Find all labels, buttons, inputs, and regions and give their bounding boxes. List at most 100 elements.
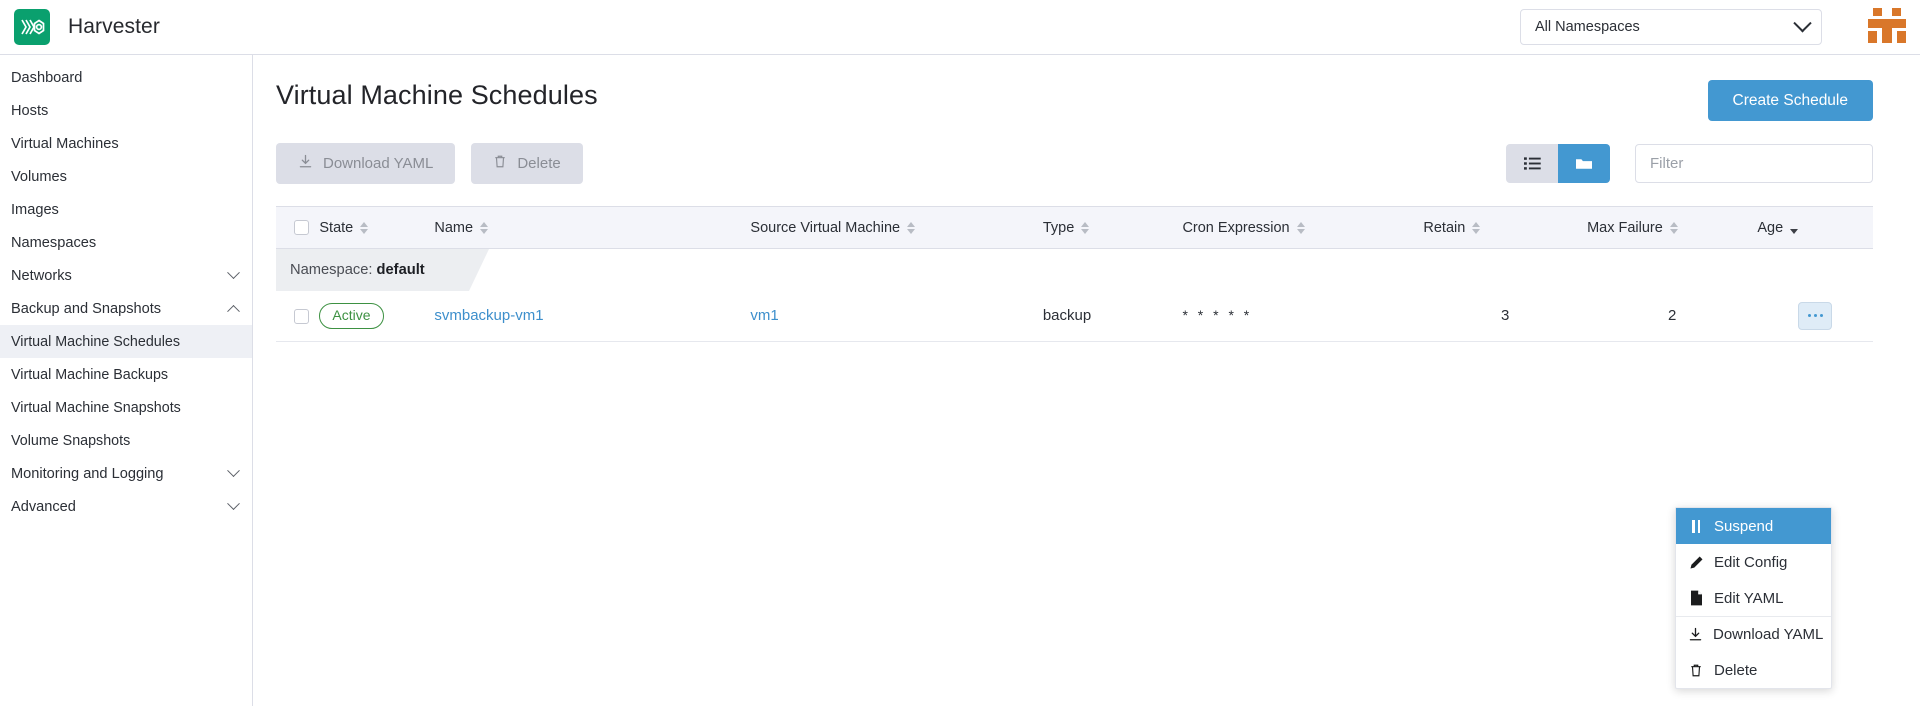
cell-retain: 3 — [1423, 291, 1587, 341]
sidebar-item-label: Monitoring and Logging — [11, 466, 164, 482]
column-header-source-virtual-machine[interactable]: Source Virtual Machine — [750, 207, 1042, 249]
toolbar-right — [1506, 144, 1873, 183]
sidebar-item-volumes[interactable]: Volumes — [0, 160, 252, 193]
download-yaml-button[interactable]: Download YAML — [276, 143, 455, 184]
list-view-icon[interactable] — [1506, 144, 1558, 183]
dot-icon — [1820, 314, 1823, 317]
cell-cron: * * * * * — [1182, 291, 1423, 341]
context-menu-label: Edit YAML — [1714, 590, 1783, 607]
sidebar-item-virtual-machines[interactable]: Virtual Machines — [0, 127, 252, 160]
table-head: State Name Source Virtual Machine — [276, 207, 1873, 249]
sort-icon — [480, 222, 488, 234]
sidebar-item-label: Hosts — [11, 103, 48, 119]
column-label: State — [319, 220, 353, 236]
source-vm-link[interactable]: vm1 — [750, 307, 778, 324]
chevron-up-icon — [227, 305, 240, 318]
context-menu-item-suspend[interactable]: Suspend — [1676, 508, 1831, 544]
sort-icon — [1670, 222, 1678, 234]
brand-name: Harvester — [68, 15, 160, 39]
column-header-retain[interactable]: Retain — [1423, 207, 1587, 249]
sidebar-item-images[interactable]: Images — [0, 193, 252, 226]
row-select-cell[interactable] — [276, 291, 319, 341]
column-header-age[interactable]: Age — [1757, 207, 1873, 249]
sidebar-item-hosts[interactable]: Hosts — [0, 94, 252, 127]
top-bar-right: All Namespaces — [1520, 8, 1920, 46]
view-toggle — [1506, 144, 1610, 183]
column-header-type[interactable]: Type — [1043, 207, 1183, 249]
context-menu-item-edit-yaml[interactable]: Edit YAML — [1676, 580, 1831, 616]
page-header: Virtual Machine Schedules Create Schedul… — [276, 55, 1873, 121]
column-label: Type — [1043, 220, 1074, 236]
row-context-menu[interactable]: Suspend Edit Config Edit YAML — [1675, 507, 1832, 689]
user-avatar-icon[interactable] — [1868, 8, 1906, 46]
sidebar-item-label: Virtual Machine Backups — [11, 367, 168, 383]
harvester-logo-icon — [14, 9, 50, 45]
create-schedule-button[interactable]: Create Schedule — [1708, 80, 1873, 121]
sidebar-item-namespaces[interactable]: Namespaces — [0, 226, 252, 259]
sidebar-item-label: Advanced — [11, 499, 76, 515]
select-all-checkbox[interactable] — [294, 220, 309, 235]
sidebar-item-virtual-machine-schedules[interactable]: Virtual Machine Schedules — [0, 325, 252, 358]
sidebar-item-volume-snapshots[interactable]: Volume Snapshots — [0, 424, 252, 457]
sidebar-item-backup-and-snapshots[interactable]: Backup and Snapshots — [0, 292, 252, 325]
main-content: Virtual Machine Schedules Create Schedul… — [254, 55, 1920, 706]
select-all-header[interactable] — [276, 207, 319, 249]
cell-actions — [1757, 291, 1873, 341]
sort-icon-active — [1790, 222, 1798, 234]
delete-button[interactable]: Delete — [471, 143, 582, 184]
column-header-cron-expression[interactable]: Cron Expression — [1182, 207, 1423, 249]
sidebar-item-dashboard[interactable]: Dashboard — [0, 61, 252, 94]
brand[interactable]: Harvester — [0, 9, 160, 45]
column-header-max-failure[interactable]: Max Failure — [1587, 207, 1757, 249]
column-header-name[interactable]: Name — [434, 207, 750, 249]
filter-input[interactable] — [1635, 144, 1873, 183]
namespace-group-tab[interactable]: Namespace: default — [276, 249, 469, 291]
sidebar-item-label: Namespaces — [11, 235, 96, 251]
context-menu-label: Download YAML — [1713, 626, 1823, 643]
context-menu-label: Delete — [1714, 662, 1757, 679]
sidebar-item-advanced[interactable]: Advanced — [0, 490, 252, 523]
sidebar-item-networks[interactable]: Networks — [0, 259, 252, 292]
row-checkbox[interactable] — [294, 309, 309, 324]
namespace-selector[interactable]: All Namespaces — [1520, 9, 1822, 45]
top-bar: Harvester All Namespaces — [0, 0, 1920, 55]
table-toolbar: Download YAML Delete — [276, 143, 1873, 184]
row-actions-button[interactable] — [1798, 302, 1832, 330]
cell-type: backup — [1043, 291, 1183, 341]
table-body: Namespace: default Active svmbackup — [276, 249, 1873, 342]
namespace-group-row: Namespace: default — [276, 249, 1873, 292]
schedule-name-link[interactable]: svmbackup-vm1 — [434, 307, 543, 324]
schedules-table: State Name Source Virtual Machine — [276, 206, 1873, 342]
sidebar: Dashboard Hosts Virtual Machines Volumes… — [0, 55, 253, 706]
dot-icon — [1814, 314, 1817, 317]
sort-icon — [1297, 222, 1305, 234]
cron-expression-value: * * * * * — [1182, 307, 1252, 323]
sidebar-item-label: Backup and Snapshots — [11, 301, 161, 317]
column-header-state[interactable]: State — [319, 207, 434, 249]
sidebar-item-label: Virtual Machines — [11, 136, 119, 152]
column-label: Name — [434, 220, 473, 236]
sidebar-item-monitoring-and-logging[interactable]: Monitoring and Logging — [0, 457, 252, 490]
context-menu-item-download-yaml[interactable]: Download YAML — [1676, 616, 1831, 652]
download-yaml-label: Download YAML — [323, 155, 433, 172]
sidebar-item-virtual-machine-snapshots[interactable]: Virtual Machine Snapshots — [0, 391, 252, 424]
sidebar-item-virtual-machine-backups[interactable]: Virtual Machine Backups — [0, 358, 252, 391]
sort-icon — [1472, 222, 1480, 234]
page-title: Virtual Machine Schedules — [276, 80, 598, 111]
namespace-selector-value: All Namespaces — [1535, 19, 1640, 35]
chevron-down-icon — [227, 266, 240, 279]
column-label: Age — [1757, 220, 1783, 236]
sort-icon — [907, 222, 915, 234]
pause-icon — [1688, 520, 1704, 533]
folder-view-icon[interactable] — [1558, 144, 1610, 183]
chevron-down-icon — [227, 497, 240, 510]
cell-max-failure: 2 — [1587, 291, 1757, 341]
sidebar-item-label: Volume Snapshots — [11, 433, 130, 449]
context-menu-item-delete[interactable]: Delete — [1676, 652, 1831, 688]
table-row[interactable]: Active svmbackup-vm1 vm1 backup * * * * … — [276, 291, 1873, 341]
file-icon — [1688, 590, 1704, 606]
namespace-group-value: default — [377, 262, 425, 278]
sidebar-item-label: Networks — [11, 268, 72, 284]
context-menu-item-edit-config[interactable]: Edit Config — [1676, 544, 1831, 580]
cell-state: Active — [319, 291, 434, 341]
